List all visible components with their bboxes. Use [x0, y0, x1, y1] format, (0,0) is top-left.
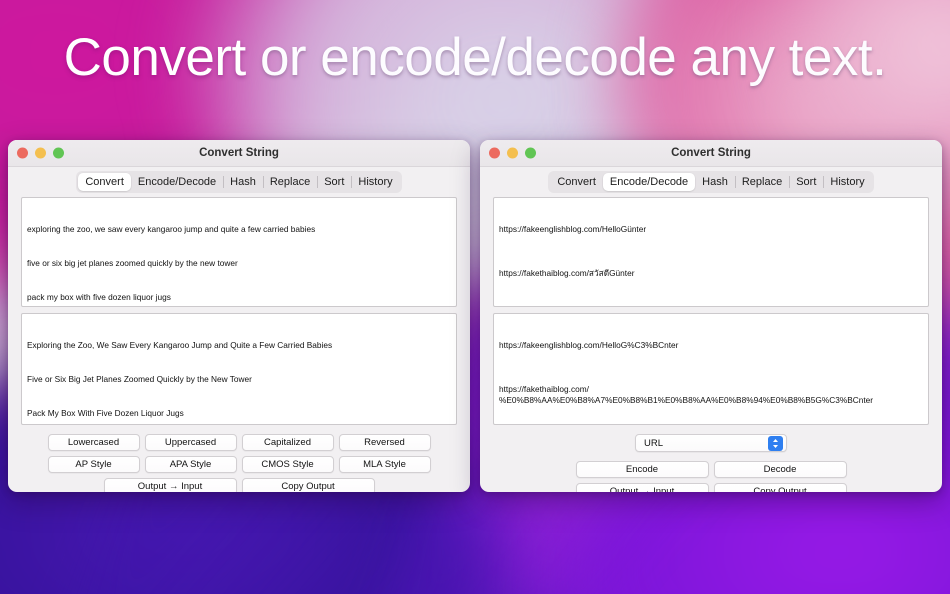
mla-style-button[interactable]: MLA Style — [338, 456, 431, 473]
mode-select-row: URL — [493, 434, 929, 452]
encode-decode-row: Encode Decode — [493, 461, 929, 478]
apa-style-button[interactable]: APA Style — [144, 456, 237, 473]
input-line: https://fakeenglishblog.com/HelloGünter — [499, 224, 647, 235]
uppercased-button[interactable]: Uppercased — [144, 434, 237, 451]
output-line: Five or Six Big Jet Planes Zoomed Quickl… — [27, 374, 252, 385]
tab-hash[interactable]: Hash — [695, 173, 735, 191]
action-buttons: Encode Decode Output → Input Copy Output — [493, 461, 929, 492]
transfer-buttons-row: Output → Input Copy Output — [493, 483, 929, 492]
tab-history[interactable]: History — [823, 173, 871, 191]
case-buttons-row: Lowercased Uppercased Capitalized Revers… — [21, 434, 457, 451]
titlebar: Convert String — [8, 140, 470, 167]
window-encode-decode[interactable]: Convert String Convert Encode/Decode Has… — [480, 140, 942, 492]
tab-hash[interactable]: Hash — [223, 173, 263, 191]
window-title: Convert String — [671, 147, 751, 159]
copy-output-button[interactable]: Copy Output — [713, 483, 847, 492]
output-textarea[interactable]: Exploring the Zoo, We Saw Every Kangaroo… — [21, 313, 457, 425]
encode-button[interactable]: Encode — [575, 461, 709, 478]
output-textarea[interactable]: https://fakeenglishblog.com/HelloG%C3%BC… — [493, 313, 929, 425]
output-to-input-button[interactable]: Output → Input — [575, 483, 709, 492]
style-buttons-row: AP Style APA Style CMOS Style MLA Style — [21, 456, 457, 473]
tab-group: Convert Encode/Decode Hash Replace Sort … — [548, 171, 874, 193]
encoding-mode-select[interactable]: URL — [635, 434, 787, 452]
tab-convert[interactable]: Convert — [78, 173, 131, 191]
input-line: five or six big jet planes zoomed quickl… — [27, 258, 238, 269]
decode-button[interactable]: Decode — [713, 461, 847, 478]
input-line: pack my box with five dozen liquor jugs — [27, 291, 171, 302]
chevron-updown-icon[interactable] — [768, 435, 783, 451]
input-textarea[interactable]: https://fakeenglishblog.com/HelloGünter … — [493, 197, 929, 307]
encoding-mode-value: URL — [644, 437, 664, 449]
tab-convert[interactable]: Convert — [550, 173, 603, 191]
input-line: https://fakethaiblog.com/สวัสดีGünter — [499, 268, 635, 279]
tabbar: Convert Encode/Decode Hash Replace Sort … — [480, 167, 942, 197]
tab-history[interactable]: History — [351, 173, 399, 191]
page-title: Convert or encode/decode any text. — [0, 27, 950, 90]
window-title: Convert String — [199, 147, 279, 159]
window-body: exploring the zoo, we saw every kangaroo… — [8, 197, 470, 492]
reversed-button[interactable]: Reversed — [338, 434, 431, 451]
capitalized-button[interactable]: Capitalized — [241, 434, 334, 451]
tab-sort[interactable]: Sort — [789, 173, 823, 191]
tab-replace[interactable]: Replace — [734, 173, 789, 191]
headline-rest: or encode/decode any text. — [245, 28, 887, 87]
input-textarea[interactable]: exploring the zoo, we saw every kangaroo… — [21, 197, 457, 307]
copy-output-button[interactable]: Copy Output — [241, 478, 375, 492]
tab-replace[interactable]: Replace — [262, 173, 317, 191]
output-line: Exploring the Zoo, We Saw Every Kangaroo… — [27, 340, 333, 351]
output-line: https://fakeenglishblog.com/HelloG%C3%BC… — [499, 340, 679, 351]
output-line: https://fakethaiblog.com/ %E0%B8%AA%E0%B… — [499, 384, 874, 406]
tab-sort[interactable]: Sort — [317, 173, 351, 191]
tab-encode-decode[interactable]: Encode/Decode — [131, 173, 223, 191]
titlebar: Convert String — [480, 140, 942, 167]
window-body: https://fakeenglishblog.com/HelloGünter … — [480, 197, 942, 492]
tab-encode-decode[interactable]: Encode/Decode — [602, 173, 696, 191]
window-convert[interactable]: Convert String Convert Encode/Decode Has… — [8, 140, 470, 492]
output-line: Pack My Box With Five Dozen Liquor Jugs — [27, 407, 184, 418]
cmos-style-button[interactable]: CMOS Style — [241, 456, 334, 473]
output-to-input-button[interactable]: Output → Input — [103, 478, 237, 492]
tab-group: Convert Encode/Decode Hash Replace Sort … — [76, 171, 402, 193]
action-buttons: Lowercased Uppercased Capitalized Revers… — [21, 434, 457, 492]
ap-style-button[interactable]: AP Style — [47, 456, 140, 473]
input-line: exploring the zoo, we saw every kangaroo… — [27, 224, 316, 235]
transfer-buttons-row: Output → Input Copy Output — [21, 478, 457, 492]
tabbar: Convert Encode/Decode Hash Replace Sort … — [8, 167, 470, 197]
headline-strong: Convert — [63, 28, 247, 87]
lowercased-button[interactable]: Lowercased — [47, 434, 140, 451]
